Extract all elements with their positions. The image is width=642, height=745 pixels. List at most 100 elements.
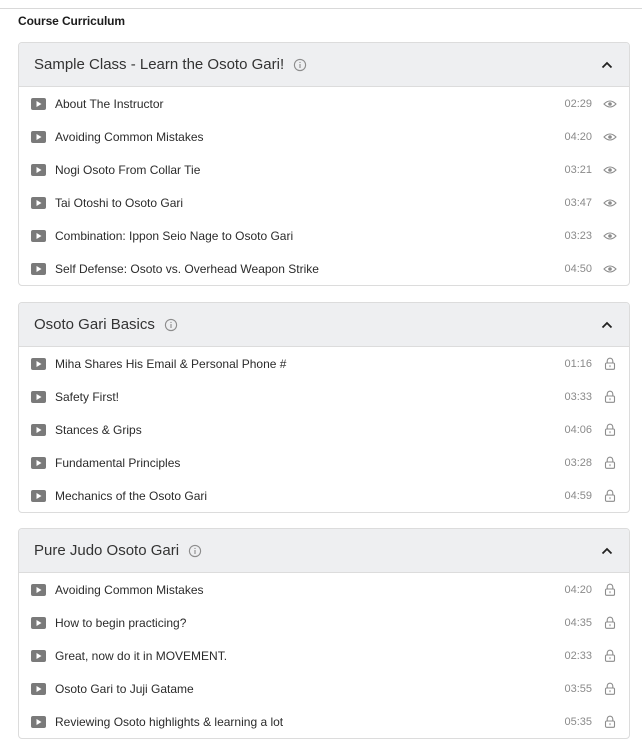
lock-icon: [603, 456, 617, 470]
lesson-item[interactable]: Reviewing Osoto highlights & learning a …: [19, 705, 629, 738]
play-icon: [31, 682, 46, 695]
lesson-item[interactable]: Safety First! 03:33: [19, 380, 629, 413]
info-icon[interactable]: [164, 318, 178, 332]
eye-icon[interactable]: [603, 196, 617, 210]
section-title: Osoto Gari Basics: [34, 316, 155, 333]
play-icon: [31, 163, 46, 176]
lesson-item[interactable]: Avoiding Common Mistakes 04:20: [19, 573, 629, 606]
lock-icon: [603, 357, 617, 371]
lesson-title: How to begin practicing?: [55, 615, 187, 630]
lesson-item[interactable]: Osoto Gari to Juji Gatame 03:55: [19, 672, 629, 705]
eye-icon[interactable]: [603, 163, 617, 177]
section-header[interactable]: Sample Class - Learn the Osoto Gari!: [19, 43, 629, 87]
chevron-up-icon[interactable]: [599, 317, 615, 333]
lock-icon: [603, 616, 617, 630]
lesson-item[interactable]: Combination: Ippon Seio Nage to Osoto Ga…: [19, 219, 629, 252]
lesson-item[interactable]: Great, now do it in MOVEMENT. 02:33: [19, 639, 629, 672]
lesson-item[interactable]: About The Instructor 02:29: [19, 87, 629, 120]
lesson-list: About The Instructor 02:29 Avoiding Commo…: [19, 87, 629, 285]
lesson-title: Safety First!: [55, 389, 120, 404]
play-icon: [31, 616, 46, 629]
lesson-duration: 03:21: [564, 163, 592, 176]
lesson-duration: 04:50: [564, 262, 592, 275]
play-icon: [31, 583, 46, 596]
chevron-up-icon[interactable]: [599, 543, 615, 559]
section-header[interactable]: Osoto Gari Basics: [19, 303, 629, 347]
eye-icon[interactable]: [603, 262, 617, 276]
lesson-duration: 05:35: [564, 715, 592, 728]
lock-icon: [603, 583, 617, 597]
lock-icon: [603, 390, 617, 404]
top-divider: [0, 8, 642, 9]
lesson-title: Nogi Osoto From Collar Tie: [55, 162, 201, 177]
lock-icon: [603, 423, 617, 437]
lesson-title: Self Defense: Osoto vs. Overhead Weapon …: [55, 261, 319, 276]
lock-icon: [603, 489, 617, 503]
lesson-duration: 04:35: [564, 616, 592, 629]
lesson-duration: 04:20: [564, 583, 592, 596]
play-icon: [31, 715, 46, 728]
play-icon: [31, 390, 46, 403]
lesson-title: Great, now do it in MOVEMENT.: [55, 648, 228, 663]
lesson-item[interactable]: Fundamental Principles 03:28: [19, 446, 629, 479]
play-icon: [31, 489, 46, 502]
lesson-item[interactable]: Avoiding Common Mistakes 04:20: [19, 120, 629, 153]
lesson-title: Miha Shares His Email & Personal Phone #: [55, 356, 287, 371]
play-icon: [31, 229, 46, 242]
lesson-title: Fundamental Principles: [55, 455, 181, 470]
lesson-list: Miha Shares His Email & Personal Phone #…: [19, 347, 629, 512]
lesson-duration: 01:16: [564, 357, 592, 370]
lesson-duration: 03:33: [564, 390, 592, 403]
lesson-duration: 02:29: [564, 97, 592, 110]
lesson-title: Tai Otoshi to Osoto Gari: [55, 195, 184, 210]
section-title: Sample Class - Learn the Osoto Gari!: [34, 56, 285, 73]
eye-icon[interactable]: [603, 130, 617, 144]
lesson-duration: 04:59: [564, 489, 592, 502]
play-icon: [31, 649, 46, 662]
info-icon[interactable]: [188, 544, 202, 558]
lesson-item[interactable]: Nogi Osoto From Collar Tie 03:21: [19, 153, 629, 186]
eye-icon[interactable]: [603, 229, 617, 243]
section-pure-judo-osoto-gari: Pure Judo Osoto Gari Avoiding Common Mis…: [18, 528, 630, 739]
lesson-list: Avoiding Common Mistakes 04:20 How to beg…: [19, 573, 629, 738]
lesson-item[interactable]: Mechanics of the Osoto Gari 04:59: [19, 479, 629, 512]
lesson-duration: 03:47: [564, 196, 592, 209]
lesson-title: Stances & Grips: [55, 422, 142, 437]
chevron-up-icon[interactable]: [599, 57, 615, 73]
lesson-title: Reviewing Osoto highlights & learning a …: [55, 714, 284, 729]
section-title: Pure Judo Osoto Gari: [34, 542, 180, 559]
lesson-title: Avoiding Common Mistakes: [55, 129, 204, 144]
lesson-title: Combination: Ippon Seio Nage to Osoto Ga…: [55, 228, 294, 243]
lesson-duration: 03:23: [564, 229, 592, 242]
play-icon: [31, 357, 46, 370]
lock-icon: [603, 682, 617, 696]
page-title: Course Curriculum: [18, 14, 125, 28]
lesson-duration: 03:55: [564, 682, 592, 695]
play-icon: [31, 456, 46, 469]
section-osoto-gari-basics: Osoto Gari Basics Miha Shares His Email …: [18, 302, 630, 513]
play-icon: [31, 423, 46, 436]
section-sample-class: Sample Class - Learn the Osoto Gari! Abo…: [18, 42, 630, 286]
lesson-title: Avoiding Common Mistakes: [55, 582, 204, 597]
lesson-item[interactable]: How to begin practicing? 04:35: [19, 606, 629, 639]
lesson-item[interactable]: Miha Shares His Email & Personal Phone #…: [19, 347, 629, 380]
lesson-duration: 02:33: [564, 649, 592, 662]
eye-icon[interactable]: [603, 97, 617, 111]
lesson-item[interactable]: Tai Otoshi to Osoto Gari 03:47: [19, 186, 629, 219]
section-header[interactable]: Pure Judo Osoto Gari: [19, 529, 629, 573]
play-icon: [31, 262, 46, 275]
lesson-duration: 04:20: [564, 130, 592, 143]
info-icon[interactable]: [293, 58, 307, 72]
lesson-item[interactable]: Stances & Grips 04:06: [19, 413, 629, 446]
lock-icon: [603, 649, 617, 663]
lesson-duration: 03:28: [564, 456, 592, 469]
lesson-title: About The Instructor: [55, 96, 164, 111]
lesson-item[interactable]: Self Defense: Osoto vs. Overhead Weapon …: [19, 252, 629, 285]
play-icon: [31, 196, 46, 209]
play-icon: [31, 97, 46, 110]
play-icon: [31, 130, 46, 143]
lesson-title: Mechanics of the Osoto Gari: [55, 488, 208, 503]
lesson-title: Osoto Gari to Juji Gatame: [55, 681, 194, 696]
lock-icon: [603, 715, 617, 729]
lesson-duration: 04:06: [564, 423, 592, 436]
